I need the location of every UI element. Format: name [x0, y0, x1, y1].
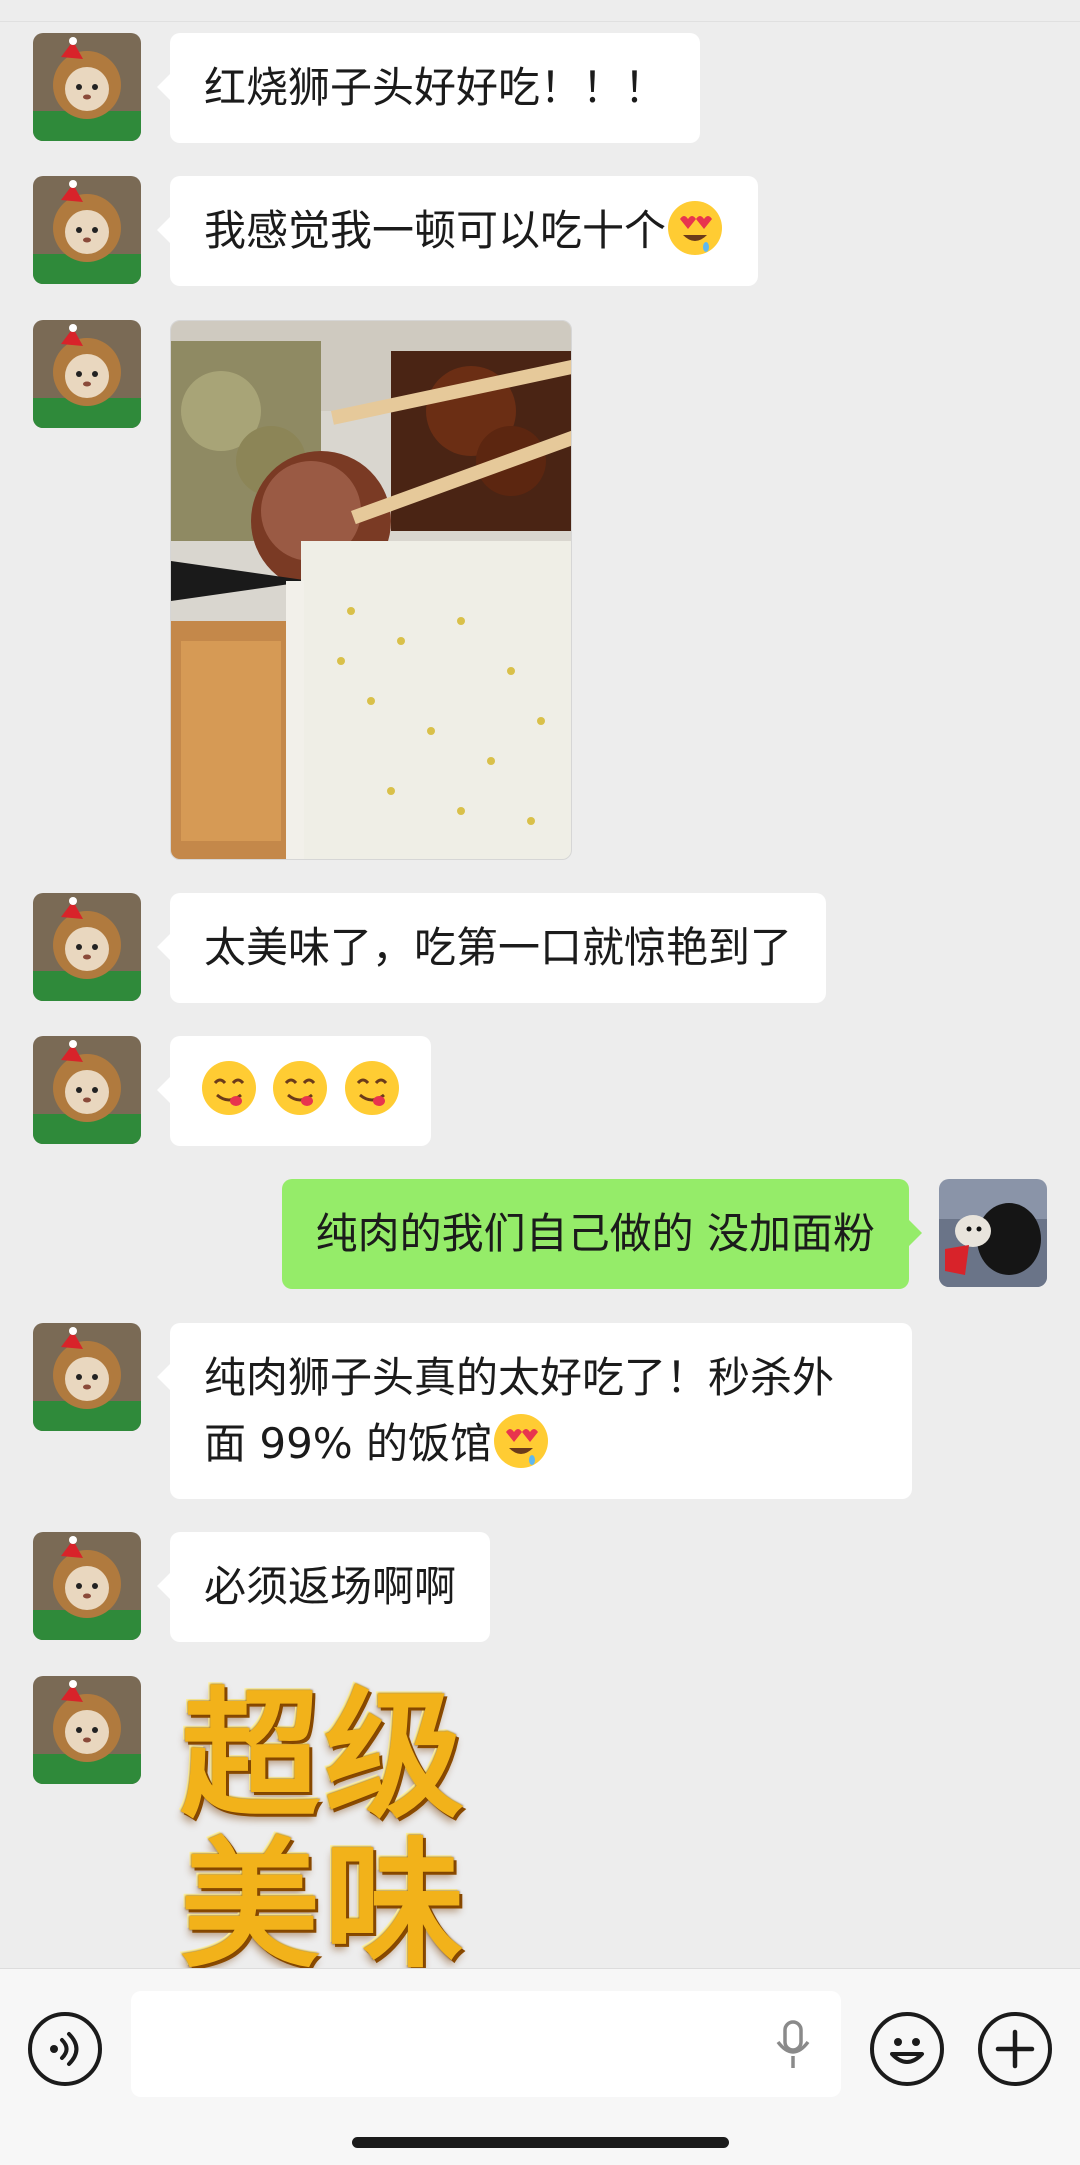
message-text: 太美味了，吃第一口就惊艳到了 [204, 923, 793, 972]
home-indicator[interactable] [352, 2137, 729, 2148]
contact-avatar[interactable] [33, 893, 141, 1001]
contact-avatar[interactable] [33, 1676, 141, 1784]
sticker-line2: 美味 [180, 1825, 469, 1969]
message-text-line1: 纯肉狮子头真的太好吃了！秒杀外 [204, 1353, 835, 1402]
message-bubble[interactable] [157, 1036, 431, 1146]
chat-area[interactable]: 红烧狮子头好好吃！！！ 我感觉我一顿可以吃十个 太美味了，吃第一口就惊艳到了 纯… [0, 0, 1080, 1968]
contact-avatar[interactable] [33, 1036, 141, 1144]
message-input[interactable] [131, 1991, 841, 2097]
plus-icon [995, 2029, 1035, 2069]
my-message-bubble[interactable]: 纯肉的我们自己做的 没加面粉 [281, 1179, 923, 1289]
yum-face-icon [202, 1061, 256, 1115]
emoji-icon [890, 2038, 924, 2064]
contact-avatar[interactable] [33, 33, 141, 141]
heart-eyes-drool-icon [668, 201, 723, 255]
voice-button[interactable] [28, 2012, 102, 2086]
yum-face-icon [273, 1061, 328, 1115]
mic-icon[interactable] [773, 2020, 813, 2070]
plus-button[interactable] [978, 2012, 1052, 2086]
message-bubble[interactable]: 红烧狮子头好好吃！！！ [156, 33, 701, 143]
food-photo[interactable] [170, 320, 572, 860]
input-bar [0, 1968, 1080, 2165]
message-text: 必须返场啊啊 [204, 1562, 457, 1611]
message-text: 红烧狮子头好好吃！！！ [204, 63, 667, 112]
message-bubble[interactable]: 我感觉我一顿可以吃十个 [156, 176, 759, 286]
sticker-line1: 超级 [180, 1675, 469, 1838]
message-bubble[interactable]: 太美味了，吃第一口就惊艳到了 [156, 893, 827, 1003]
contact-avatar[interactable] [33, 320, 141, 428]
contact-avatar[interactable] [33, 176, 141, 284]
emoji-button[interactable] [870, 2012, 944, 2086]
message-bubble[interactable]: 必须返场啊啊 [156, 1532, 491, 1642]
yum-face-icon [344, 1061, 399, 1115]
my-avatar[interactable] [939, 1179, 1047, 1287]
heart-eyes-drool-icon [494, 1414, 549, 1468]
super-delicious-sticker[interactable]: 超级 美味 [180, 1675, 500, 1969]
contact-avatar[interactable] [33, 1323, 141, 1431]
voice-icon [50, 2032, 79, 2066]
message-text: 纯肉的我们自己做的 没加面粉 [315, 1209, 875, 1258]
message-text-line2: 面 99% 的饭馆 [204, 1419, 493, 1468]
message-text: 我感觉我一顿可以吃十个 [204, 206, 667, 255]
contact-avatar[interactable] [33, 1532, 141, 1640]
message-bubble[interactable]: 纯肉狮子头真的太好吃了！秒杀外 面 99% 的饭馆 [157, 1323, 912, 1499]
